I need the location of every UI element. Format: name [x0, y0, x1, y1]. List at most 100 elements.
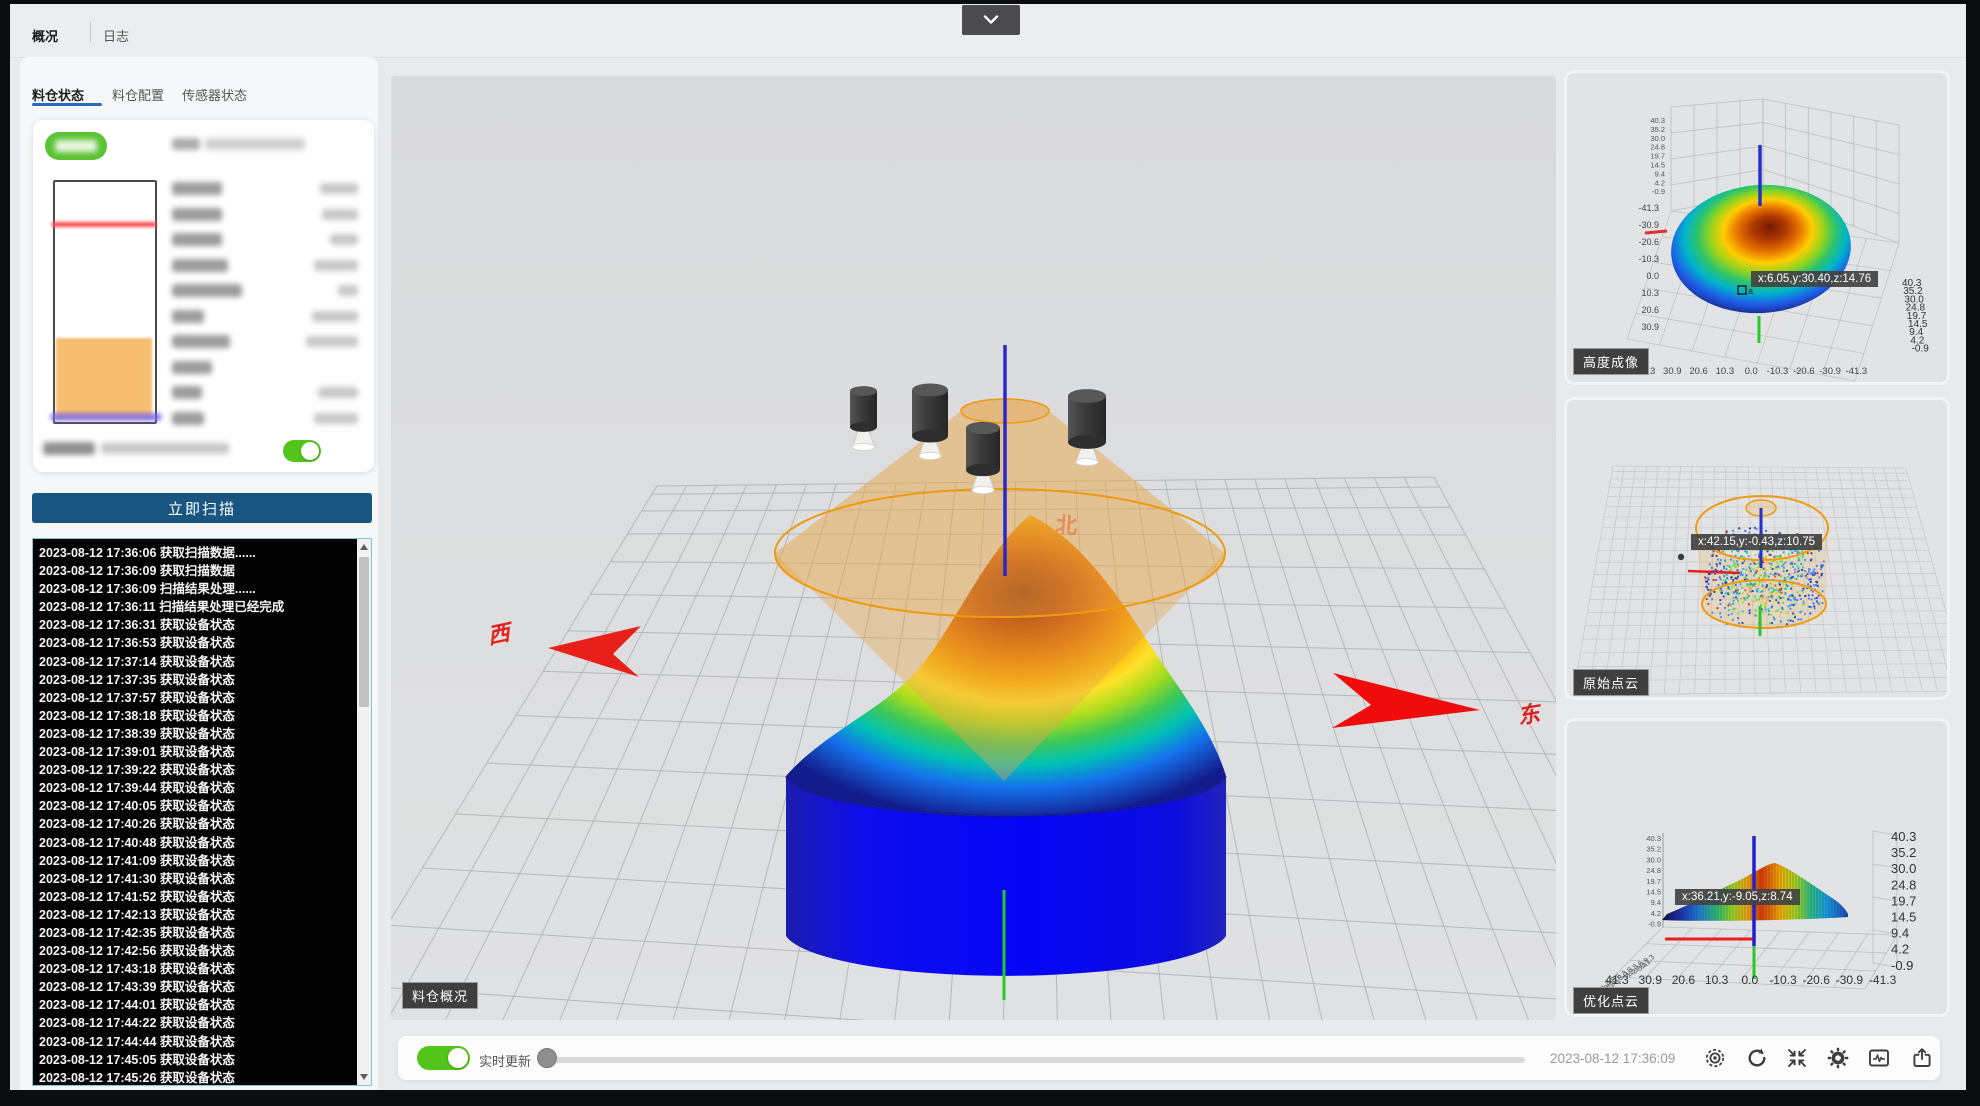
- east-label: 东: [1519, 699, 1543, 729]
- axis-tick: -10.3: [1767, 366, 1789, 377]
- log-line: 2023-08-12 17:38:39 获取设备状态: [39, 726, 235, 741]
- axis-tick: -0.9: [1912, 344, 1930, 355]
- axis-tick: 24.8: [1650, 143, 1665, 152]
- blurred-text: [205, 138, 305, 150]
- panel-title-badge: 高度成像: [1573, 348, 1650, 375]
- blurred-text: [172, 411, 204, 425]
- axis-tick: 4.2: [1655, 178, 1665, 187]
- scroll-down-icon[interactable]: [360, 1074, 368, 1080]
- blurred-text: [172, 138, 200, 150]
- blurred-text: [172, 182, 222, 195]
- blurred-text: [172, 284, 242, 297]
- blurred-text: [320, 183, 358, 194]
- panel-raw-pointcloud[interactable]: x:42.15,y:-0.43,z:10.75 原始点云: [1564, 397, 1950, 700]
- scrollbar-thumb[interactable]: [359, 557, 369, 707]
- nav-tab-overview[interactable]: 概况: [32, 26, 58, 45]
- axis-tick: 30.0: [1891, 861, 1916, 876]
- axis-tick: 14.5: [1646, 888, 1661, 897]
- realtime-toggle[interactable]: [417, 1046, 470, 1070]
- axis-tick: -20.6: [1803, 973, 1831, 987]
- axis-tick: 4.2: [1891, 942, 1909, 957]
- collapse-icon[interactable]: [1785, 1046, 1809, 1070]
- nav-divider: [90, 22, 91, 42]
- axis-tick: -30.9: [1819, 366, 1841, 377]
- blurred-text: [322, 208, 358, 220]
- chevron-down-icon: [983, 15, 999, 24]
- scan-now-button[interactable]: 立即扫描: [32, 493, 372, 523]
- axis-tick: 24.8: [1891, 877, 1916, 892]
- settings-icon[interactable]: [1826, 1046, 1850, 1070]
- axis-tick: -0.9: [1648, 920, 1661, 929]
- header-collapse-button[interactable]: [962, 5, 1020, 35]
- axis-tick: 30.0: [1646, 855, 1661, 864]
- axis-tick: 0.0: [1741, 973, 1758, 987]
- silo-3d-view[interactable]: 西 南 东 北: [391, 76, 1556, 1020]
- axis-tick: -30.9: [1836, 973, 1864, 987]
- blurred-text: [172, 386, 202, 399]
- silo-status-card: [33, 120, 374, 472]
- blurred-text: [318, 387, 358, 398]
- svg-text:a: a: [1748, 286, 1753, 296]
- sensor-icon: [850, 386, 877, 452]
- log-line: 2023-08-12 17:36:11 扫描结果处理已经完成: [39, 600, 285, 615]
- chart-icon[interactable]: [1867, 1046, 1891, 1070]
- log-line: 2023-08-12 17:37:57 获取设备状态: [39, 690, 235, 705]
- log-console[interactable]: 2023-08-12 17:36:06 获取扫描数据...... 2023-08-…: [32, 538, 372, 1086]
- blurred-text: [172, 207, 222, 221]
- locate-icon[interactable]: [1703, 1046, 1727, 1070]
- log-line: 2023-08-12 17:43:18 获取设备状态: [39, 962, 235, 977]
- blurred-text: [55, 140, 97, 152]
- level-threshold-line: [52, 222, 156, 227]
- silo-base-line: [50, 413, 162, 421]
- axis-tick: 40.3: [1646, 834, 1661, 843]
- panel-optimized-pointcloud[interactable]: 40.3 35.2 30.0 24.8 19.7 14.5 9.4 4.2 -0.9 40.3 35…: [1564, 718, 1950, 1017]
- axis-tick: 14.5: [1891, 910, 1916, 925]
- axis-tick: 35.2: [1650, 125, 1665, 134]
- export-icon[interactable]: [1910, 1046, 1934, 1070]
- silo-3d-canvas: 西 南 东 北: [391, 345, 1556, 1020]
- nav-tab-log[interactable]: 日志: [103, 26, 129, 45]
- log-line: 2023-08-12 17:36:31 获取设备状态: [39, 618, 235, 633]
- axis-tick: -20.6: [1793, 366, 1815, 377]
- axis-tick: 19.7: [1891, 893, 1916, 908]
- log-line: 2023-08-12 17:41:30 获取设备状态: [39, 871, 235, 886]
- playback-bar: 实时更新 2023-08-12 17:36:09: [398, 1036, 1940, 1080]
- timeline-slider-handle[interactable]: [537, 1048, 557, 1068]
- blurred-text: [330, 234, 358, 245]
- toggle-knob: [448, 1048, 468, 1068]
- view-title-badge: 料仓概况: [402, 982, 479, 1009]
- material-level-fill: [56, 338, 152, 419]
- log-line: 2023-08-12 17:40:48 获取设备状态: [39, 835, 235, 850]
- panel-title-badge: 原始点云: [1573, 669, 1650, 696]
- axis-tick: 9.4: [1891, 926, 1909, 941]
- axis-tick: -41.3: [1638, 203, 1659, 213]
- axis-tick: -0.9: [1891, 958, 1913, 973]
- blurred-text: [338, 285, 358, 296]
- axis-tick: -30.9: [1638, 220, 1659, 230]
- blurred-text: [172, 309, 204, 323]
- log-line: 2023-08-12 17:39:01 获取设备状态: [39, 745, 235, 760]
- axis-tick: 19.7: [1646, 877, 1661, 886]
- scroll-up-icon[interactable]: [360, 544, 368, 550]
- log-line: 2023-08-12 17:45:26 获取设备状态: [39, 1070, 235, 1085]
- log-line: 2023-08-12 17:40:05 获取设备状态: [39, 799, 235, 814]
- log-line: 2023-08-12 17:36:09 扫描结果处理......: [39, 582, 256, 597]
- refresh-icon[interactable]: [1745, 1046, 1769, 1070]
- sidebar-tab-silo-config[interactable]: 料仓配置: [112, 85, 164, 104]
- log-line: 2023-08-12 17:39:44 获取设备状态: [39, 781, 235, 796]
- axis-tick: -41.3: [1846, 366, 1868, 377]
- silo-level-indicator: [52, 180, 157, 424]
- panel-height-imaging[interactable]: a 40.3 35.2 30.0 24.8 19.7 14.5 9.4 4.2 -0.9 -41.…: [1564, 70, 1950, 385]
- log-line: 2023-08-12 17:44:44 获取设备状态: [39, 1034, 235, 1049]
- log-line: 2023-08-12 17:45:05 获取设备状态: [39, 1052, 235, 1067]
- timeline-slider-track[interactable]: [545, 1057, 1525, 1063]
- log-line: 2023-08-12 17:36:53 获取设备状态: [39, 636, 235, 651]
- toggle-knob: [301, 442, 319, 460]
- log-scrollbar[interactable]: [357, 539, 371, 1085]
- card-toggle[interactable]: [283, 440, 321, 462]
- blurred-text: [172, 233, 222, 246]
- blurred-text: [312, 310, 358, 322]
- sidebar-tab-silo-status[interactable]: 料仓状态: [32, 85, 84, 104]
- west-label: 西: [488, 619, 512, 649]
- sidebar-tab-sensor-status[interactable]: 传感器状态: [182, 85, 247, 104]
